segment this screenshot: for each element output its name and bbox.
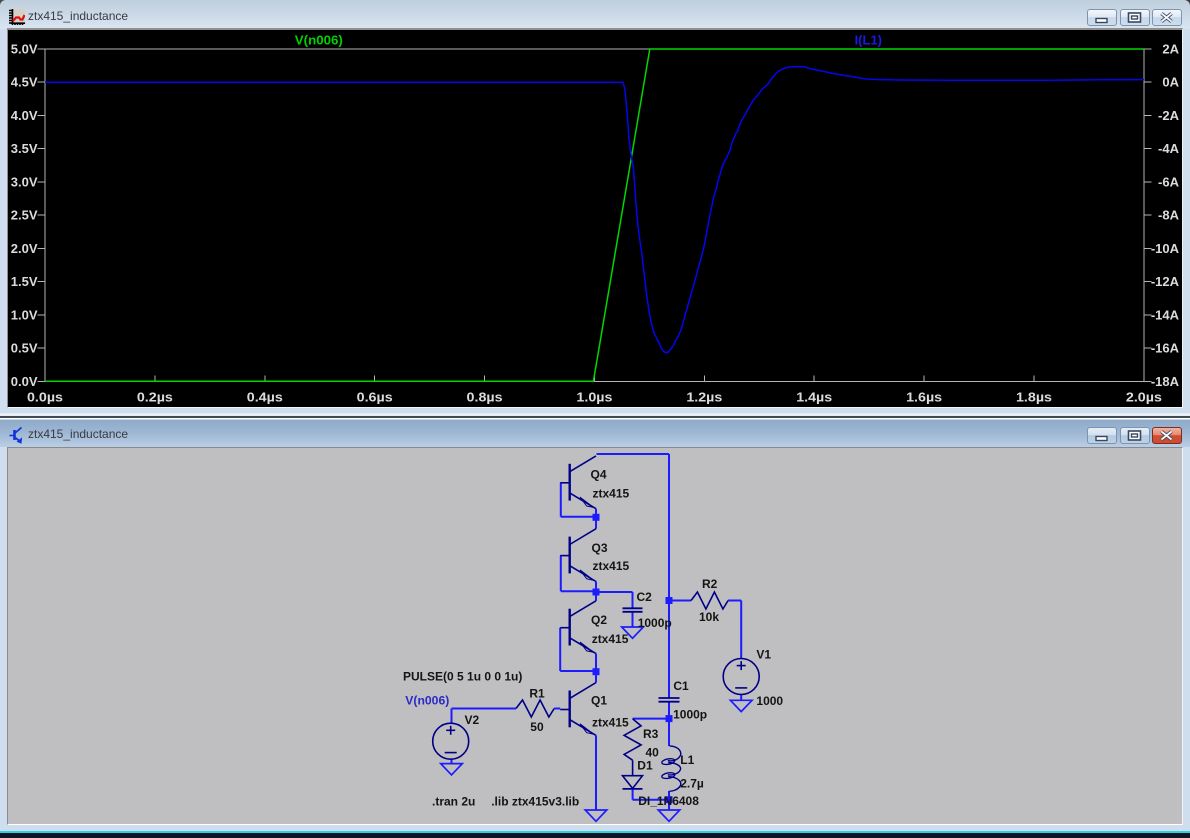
svg-text:L1: L1 (680, 753, 694, 767)
svg-text:2.5V: 2.5V (11, 208, 38, 223)
svg-text:Q2: Q2 (591, 613, 607, 627)
svg-text:C2: C2 (637, 590, 653, 604)
svg-text:1.6µs: 1.6µs (906, 390, 942, 405)
svg-text:1.8µs: 1.8µs (1016, 390, 1052, 405)
svg-text:-8A: -8A (1158, 208, 1180, 223)
svg-text:1.2µs: 1.2µs (686, 390, 722, 405)
svg-text:C1: C1 (673, 679, 689, 693)
svg-text:ztx415: ztx415 (593, 559, 630, 573)
svg-text:2.7µ: 2.7µ (680, 777, 704, 791)
svg-text:0.4µs: 0.4µs (247, 390, 283, 405)
svg-text:1000p: 1000p (673, 708, 707, 722)
svg-text:2A: 2A (1162, 42, 1179, 57)
svg-text:0.0µs: 0.0µs (27, 390, 63, 405)
svg-text:PULSE(0 5 1u 0 0 1u): PULSE(0 5 1u 0 0 1u) (403, 670, 522, 684)
svg-text:0.2µs: 0.2µs (137, 390, 173, 405)
svg-text:0.8µs: 0.8µs (467, 390, 503, 405)
svg-text:0.6µs: 0.6µs (357, 390, 393, 405)
svg-text:4.5V: 4.5V (11, 75, 38, 90)
svg-text:1.5V: 1.5V (11, 274, 38, 289)
svg-text:1000p: 1000p (638, 616, 672, 630)
svg-text:-16A: -16A (1151, 341, 1180, 356)
svg-text:-12A: -12A (1151, 274, 1180, 289)
svg-text:DI_1N6408: DI_1N6408 (638, 794, 699, 808)
svg-text:0A: 0A (1162, 75, 1179, 90)
svg-text:3.5V: 3.5V (11, 141, 38, 156)
svg-text:0.0V: 0.0V (11, 374, 38, 389)
svg-text:Q4: Q4 (591, 468, 607, 482)
svg-text:ztx415: ztx415 (592, 716, 629, 730)
svg-text:R2: R2 (702, 577, 718, 591)
svg-text:3.0V: 3.0V (11, 174, 38, 189)
svg-text:R3: R3 (643, 727, 659, 741)
svg-text:1.0µs: 1.0µs (576, 390, 612, 405)
svg-text:0.5V: 0.5V (11, 341, 38, 356)
svg-text:-4A: -4A (1158, 141, 1180, 156)
svg-text:1.0V: 1.0V (11, 307, 38, 322)
svg-text:V(n006): V(n006) (405, 694, 449, 708)
svg-text:-18A: -18A (1151, 374, 1180, 389)
svg-text:ztx415: ztx415 (592, 632, 629, 646)
svg-text:V(n006): V(n006) (295, 33, 343, 48)
svg-text:ztx415: ztx415 (593, 487, 630, 501)
svg-text:R1: R1 (529, 687, 545, 701)
svg-text:V2: V2 (465, 713, 480, 727)
svg-text:5.0V: 5.0V (11, 42, 38, 57)
svg-text:2.0µs: 2.0µs (1126, 390, 1162, 405)
svg-text:2.0V: 2.0V (11, 241, 38, 256)
svg-text:1000: 1000 (756, 694, 783, 708)
svg-text:Q3: Q3 (592, 541, 608, 555)
svg-text:50: 50 (530, 720, 544, 734)
svg-text:V1: V1 (756, 648, 771, 662)
svg-text:Q1: Q1 (591, 694, 607, 708)
svg-text:-14A: -14A (1151, 307, 1180, 322)
svg-text:1.4µs: 1.4µs (796, 390, 832, 405)
svg-text:.tran 2u: .tran 2u (432, 794, 475, 808)
svg-text:I(L1): I(L1) (855, 33, 882, 48)
svg-text:-10A: -10A (1151, 241, 1180, 256)
svg-text:-6A: -6A (1158, 174, 1180, 189)
svg-text:4.0V: 4.0V (11, 108, 38, 123)
svg-text:.lib ztx415v3.lib: .lib ztx415v3.lib (491, 794, 579, 808)
svg-text:-2A: -2A (1158, 108, 1180, 123)
svg-text:10k: 10k (699, 610, 719, 624)
svg-text:D1: D1 (637, 759, 653, 773)
svg-text:40: 40 (646, 746, 660, 760)
